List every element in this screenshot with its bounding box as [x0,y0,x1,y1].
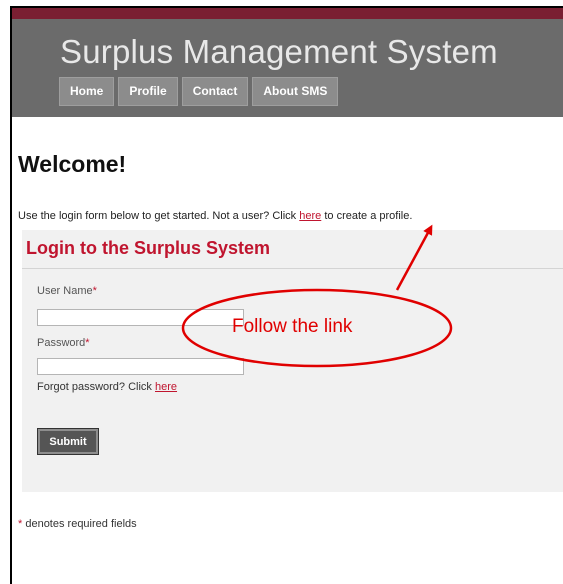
browser-frame: Surplus Management System Home Profile C… [10,6,563,584]
nav-profile[interactable]: Profile [118,77,178,106]
login-heading: Login to the Surplus System [26,238,271,258]
login-panel: Login to the Surplus System User Name* P… [22,230,563,492]
username-input[interactable] [37,309,244,326]
intro-text: Use the login form below to get started.… [18,210,412,222]
submit-button[interactable]: Submit [37,428,99,455]
nav-contact[interactable]: Contact [181,77,249,106]
nav-home[interactable]: Home [59,77,115,106]
username-label: User Name* [37,285,97,297]
create-profile-link[interactable]: here [299,210,321,222]
site-header: Surplus Management System Home Profile C… [12,19,563,117]
required-fields-note: * denotes required fields [18,518,137,530]
username-label-text: User Name [37,285,93,297]
app-title: Surplus Management System [60,33,498,70]
intro-text-after: to create a profile. [321,210,413,222]
password-label: Password* [37,337,90,349]
page-title: Welcome! [18,151,127,177]
intro-text-before: Use the login form below to get started.… [18,210,300,222]
required-marker: * [85,337,90,349]
heading-divider [22,268,563,269]
required-marker: * [92,285,97,297]
brand-strip [12,8,563,19]
main-nav: Home Profile Contact About SMS [59,77,342,106]
nav-about-sms[interactable]: About SMS [252,77,339,106]
forgot-password-link[interactable]: here [155,381,177,393]
forgot-password-prefix: Forgot password? Click [37,381,155,393]
callout-text: Follow the link [232,316,353,337]
required-note-text: denotes required fields [22,518,137,530]
password-input[interactable] [37,358,244,375]
forgot-password-text: Forgot password? Click here [37,381,177,393]
password-label-text: Password [37,337,86,349]
